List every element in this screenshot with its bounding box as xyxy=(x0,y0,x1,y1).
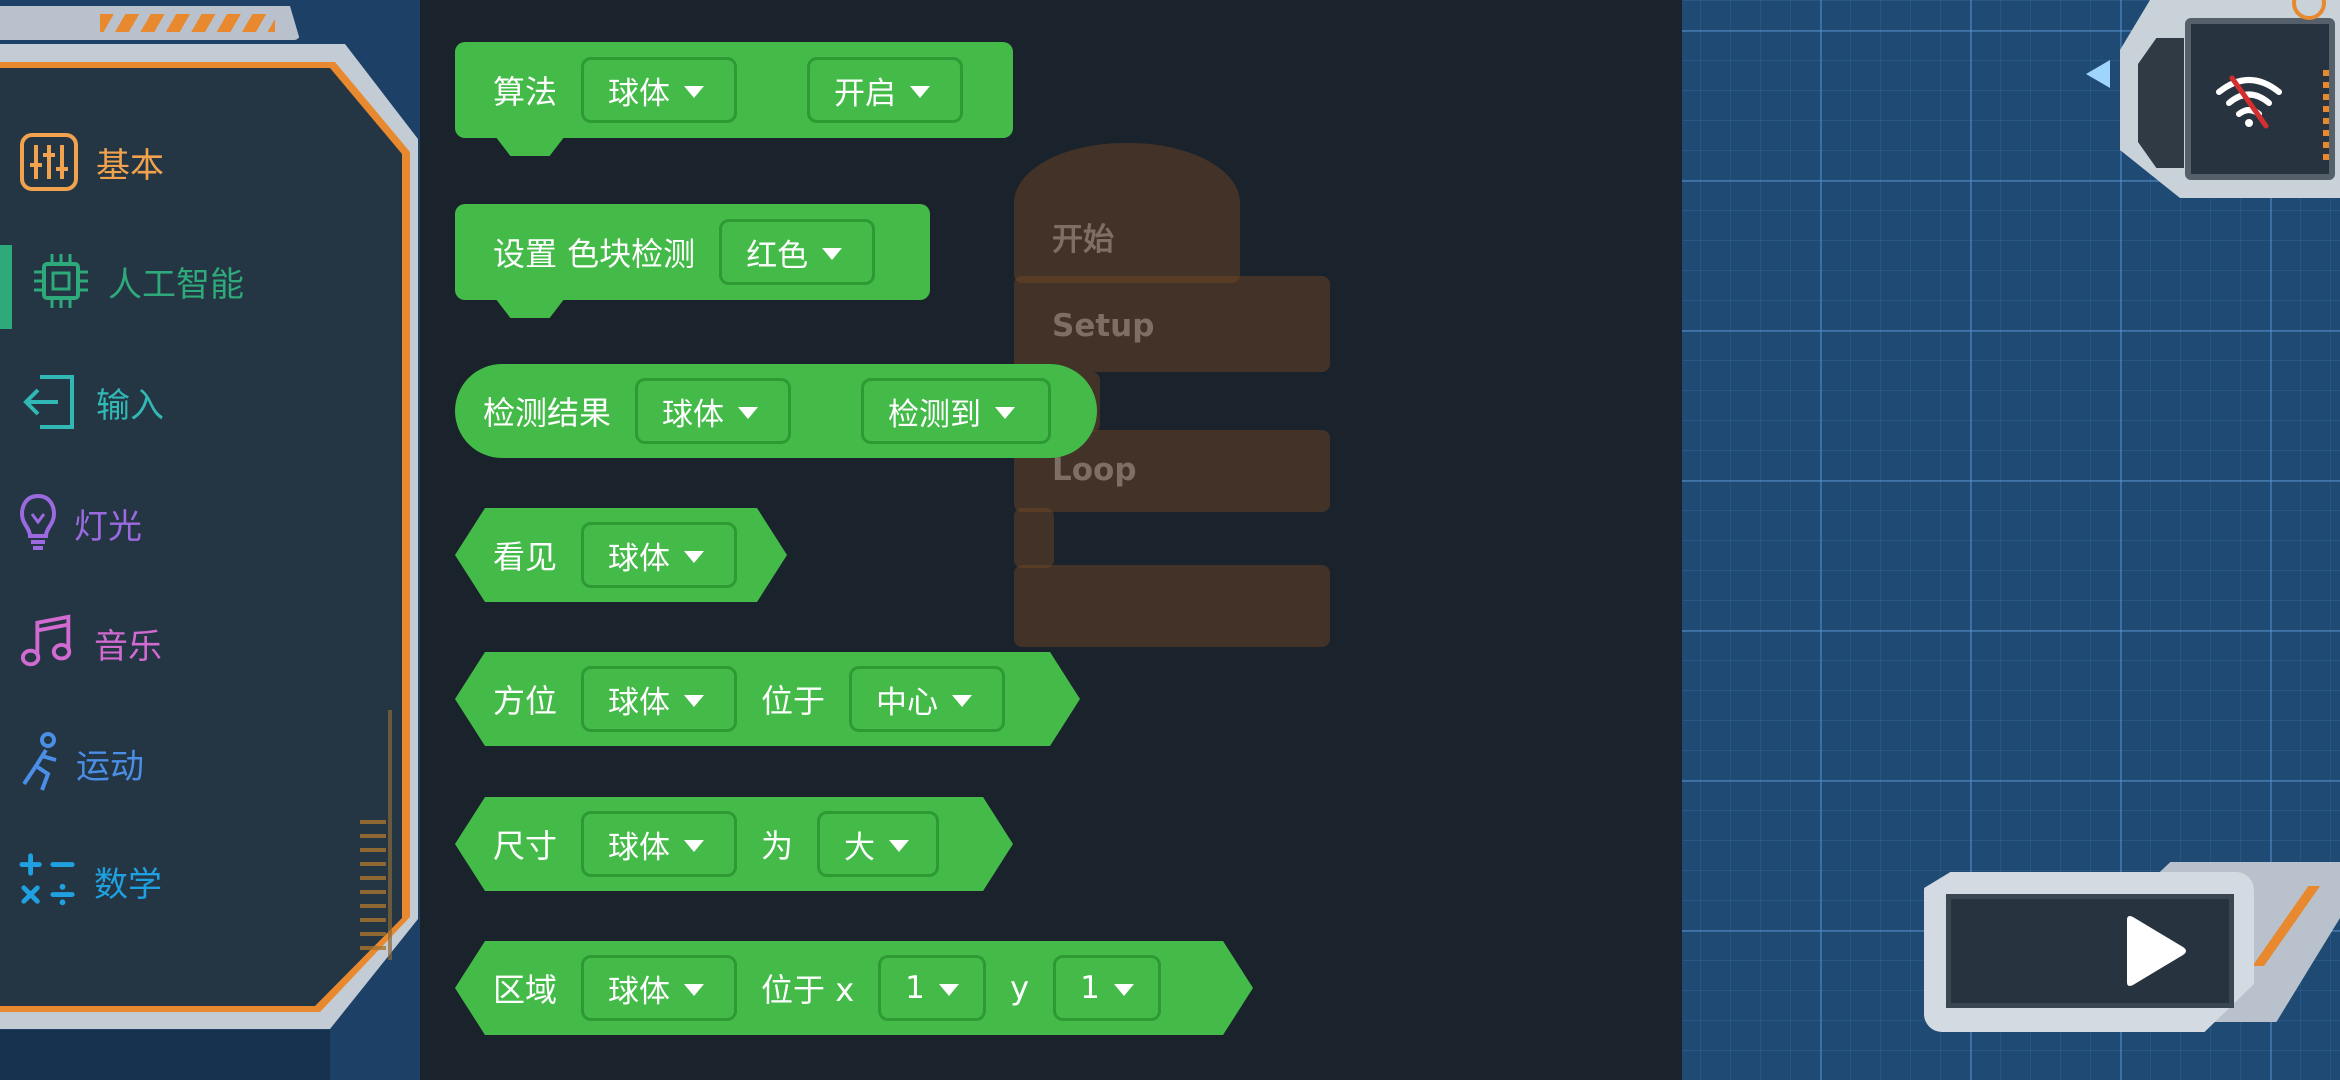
object-dropdown[interactable]: 球体 xyxy=(581,57,738,123)
caret-down-icon xyxy=(684,86,705,98)
block-position[interactable]: 方位 球体 位于 中心 xyxy=(455,652,1080,746)
running-person-icon xyxy=(18,732,60,794)
object-dropdown[interactable]: 球体 xyxy=(581,522,737,588)
category-label: 数学 xyxy=(94,864,162,905)
dropdown-value: 球体 xyxy=(608,540,671,577)
dropdown-value: 球体 xyxy=(662,396,725,433)
hazard-stripes xyxy=(100,14,275,32)
block-detect-result[interactable]: 检测结果 球体 检测到 xyxy=(455,364,1097,458)
ghost-bottom-bar xyxy=(1014,565,1330,647)
category-label: 音乐 xyxy=(94,626,162,667)
wifi-off-icon xyxy=(2216,75,2282,129)
category-label: 人工智能 xyxy=(108,264,244,305)
caret-down-icon xyxy=(822,248,843,260)
category-label: 基本 xyxy=(96,145,164,186)
result-dropdown[interactable]: 检测到 xyxy=(861,378,1052,444)
block-label: y xyxy=(1010,969,1030,1007)
category-label: 输入 xyxy=(96,385,164,426)
object-dropdown[interactable]: 球体 xyxy=(581,955,737,1021)
play-icon xyxy=(2127,916,2186,986)
block-label: 尺寸 xyxy=(493,827,558,865)
music-note-icon xyxy=(18,612,78,674)
dropdown-value: 检测到 xyxy=(888,396,982,433)
block-label: 算法 xyxy=(493,73,558,111)
object-dropdown[interactable]: 球体 xyxy=(581,666,737,732)
active-category-indicator xyxy=(0,245,12,329)
category-input[interactable]: 输入 xyxy=(18,367,164,437)
sidebar-bottom xyxy=(0,1030,330,1080)
caret-down-icon xyxy=(1114,984,1134,996)
place-dropdown[interactable]: 中心 xyxy=(849,666,1005,732)
caret-down-icon xyxy=(995,407,1016,419)
block-label: 为 xyxy=(761,827,794,865)
category-motion[interactable]: 运动 xyxy=(18,728,144,798)
dropdown-value: 球体 xyxy=(608,684,671,721)
category-music[interactable]: 音乐 xyxy=(18,608,162,678)
chip-icon xyxy=(30,250,92,312)
dropdown-value: 球体 xyxy=(608,75,671,112)
dropdown-value: 中心 xyxy=(876,684,939,721)
category-light[interactable]: 灯光 xyxy=(18,488,142,558)
category-ai[interactable]: 人工智能 xyxy=(30,246,244,316)
caret-down-icon xyxy=(910,86,931,98)
sliders-icon xyxy=(18,131,80,193)
x-dropdown[interactable]: 1 xyxy=(878,955,986,1021)
dropdown-value: 开启 xyxy=(834,75,897,112)
run-button-accent xyxy=(2250,886,2340,966)
category-basic[interactable]: 基本 xyxy=(18,127,164,197)
block-label: 方位 xyxy=(493,682,558,720)
caret-down-icon xyxy=(684,551,704,563)
ghost-block-cap xyxy=(1014,143,1240,283)
caret-down-icon xyxy=(684,695,704,707)
ghost-start-label: 开始 xyxy=(1052,222,1114,258)
ghost-loop-arm xyxy=(1014,508,1054,568)
block-label: 位于 x xyxy=(761,971,855,1009)
category-label: 灯光 xyxy=(74,506,142,547)
y-dropdown[interactable]: 1 xyxy=(1053,955,1161,1021)
dropdown-value: 球体 xyxy=(608,973,671,1010)
device-panel-side xyxy=(2138,38,2184,168)
caret-down-icon xyxy=(889,840,909,852)
lightbulb-icon xyxy=(18,492,58,554)
category-sidebar: 基本 人工智能 输入 灯光 音乐 运动 数学 xyxy=(0,0,420,1080)
caret-down-icon xyxy=(952,695,972,707)
color-dropdown[interactable]: 红色 xyxy=(719,219,876,285)
block-label: 位于 xyxy=(761,682,826,720)
dropdown-value: 1 xyxy=(1080,970,1100,1006)
caret-down-icon xyxy=(738,407,759,419)
block-label: 看见 xyxy=(493,538,558,576)
device-panel-accent xyxy=(2323,70,2329,165)
dropdown-value: 1 xyxy=(905,970,925,1006)
sign-in-icon xyxy=(18,371,80,433)
block-label: 设置 色块检测 xyxy=(493,235,696,273)
caret-down-icon xyxy=(684,984,704,996)
block-label: 区域 xyxy=(493,971,558,1009)
object-dropdown[interactable]: 球体 xyxy=(581,811,737,877)
caret-down-icon xyxy=(684,840,704,852)
object-dropdown[interactable]: 球体 xyxy=(635,378,792,444)
category-math[interactable]: 数学 xyxy=(18,846,162,916)
ghost-loop-label: Loop xyxy=(1052,452,1137,488)
sidebar-ruler xyxy=(360,820,386,960)
ghost-setup-label: Setup xyxy=(1052,308,1155,344)
run-button[interactable] xyxy=(1946,894,2234,1008)
dropdown-value: 球体 xyxy=(608,829,671,866)
block-region[interactable]: 区域 球体 位于 x 1 y 1 xyxy=(455,941,1253,1035)
dropdown-value: 大 xyxy=(844,829,876,866)
block-see[interactable]: 看见 球体 xyxy=(455,508,787,602)
caret-down-icon xyxy=(939,984,959,996)
category-label: 运动 xyxy=(76,746,144,787)
block-label: 检测结果 xyxy=(483,394,612,432)
block-algorithm[interactable]: 算法 球体 开启 xyxy=(455,42,1013,138)
dropdown-value: 红色 xyxy=(746,237,809,274)
block-color-detect[interactable]: 设置 色块检测 红色 xyxy=(455,204,930,300)
block-size[interactable]: 尺寸 球体 为 大 xyxy=(455,797,1013,891)
sidebar-ruler-line xyxy=(388,710,392,960)
state-dropdown[interactable]: 开启 xyxy=(807,57,964,123)
collapse-arrow-icon[interactable] xyxy=(2086,60,2110,88)
math-operators-icon xyxy=(18,850,78,912)
size-dropdown[interactable]: 大 xyxy=(817,811,939,877)
